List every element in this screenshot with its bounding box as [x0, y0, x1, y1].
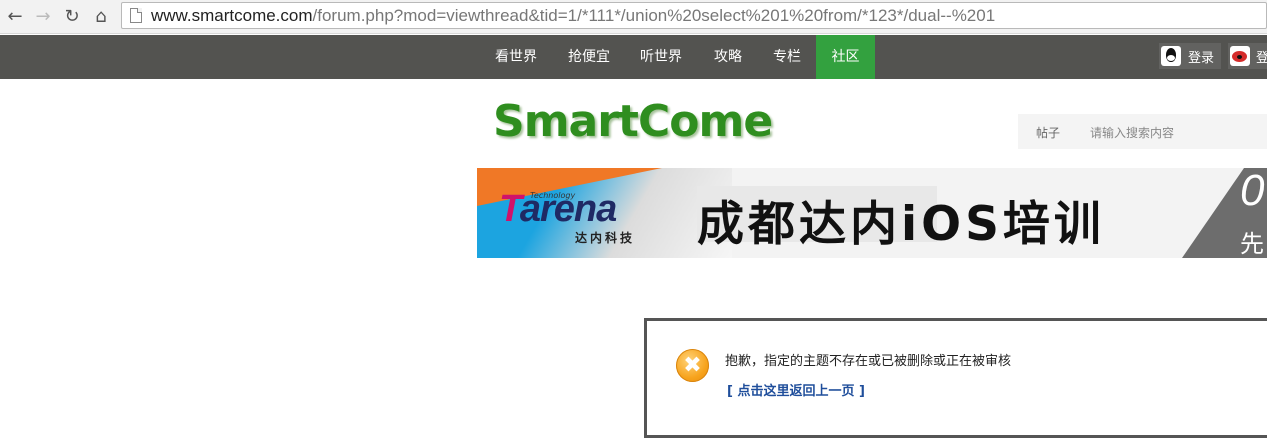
qq-login-button[interactable]: 登录 — [1159, 43, 1222, 69]
alert-message: 抱歉，指定的主题不存在或已被删除或正在被审核 — [725, 354, 1012, 369]
url-host: www.smartcome.com — [151, 5, 313, 25]
error-icon: ✖ — [676, 349, 709, 382]
ad-banner[interactable]: Technology Tarena 达内科技 成都达内iOS培训 0 先 — [477, 168, 1267, 258]
url-path: /forum.php?mod=viewthread&tid=1/*111*/un… — [312, 5, 996, 25]
go-back-link[interactable]: [ 点击这里返回上一页 ] — [727, 380, 865, 399]
search-type-tab[interactable]: 帖子 — [1036, 124, 1060, 141]
alert-box — [644, 318, 1267, 438]
banner-cut-number: 0 — [1240, 168, 1265, 215]
nav-item-zhuanlan[interactable]: 专栏 — [765, 35, 809, 79]
search-input[interactable] — [1088, 119, 1267, 146]
weibo-icon — [1230, 46, 1250, 66]
qq-login-label: 登录 — [1188, 50, 1215, 66]
brand-logo-t: T — [499, 188, 521, 230]
qq-icon — [1161, 46, 1181, 66]
url-text: www.smartcome.com/forum.php?mod=viewthre… — [151, 6, 995, 26]
browser-toolbar: ← → ↻ ⌂ www.smartcome.com/forum.php?mod=… — [0, 0, 1267, 34]
page-icon — [130, 8, 142, 23]
site-logo[interactable]: SmartCome — [493, 96, 773, 147]
site-nav-bar: 看世界 抢便宜 听世界 攻略 专栏 社区 登录 登 — [0, 35, 1267, 79]
banner-cut-text: 先 — [1240, 230, 1264, 258]
nav-item-tingshijie[interactable]: 听世界 — [632, 35, 690, 79]
nav-item-gonglue[interactable]: 攻略 — [706, 35, 750, 79]
weibo-login-label: 登 — [1256, 50, 1267, 66]
reload-icon[interactable]: ↻ — [60, 5, 84, 27]
brand-logo-rest: arena — [519, 188, 617, 230]
home-icon[interactable]: ⌂ — [89, 5, 113, 27]
brand-cn-name: 达内科技 — [575, 231, 636, 245]
back-arrow-icon[interactable]: ← — [3, 5, 27, 27]
nav-item-shequ[interactable]: 社区 — [816, 35, 875, 79]
nav-item-qiangpianyi[interactable]: 抢便宜 — [560, 35, 618, 79]
address-bar[interactable]: www.smartcome.com/forum.php?mod=viewthre… — [121, 2, 1267, 29]
banner-gray-wedge — [1182, 168, 1244, 258]
weibo-login-button[interactable]: 登 — [1228, 43, 1267, 69]
brand-logo: Tarena — [499, 188, 617, 231]
banner-headline: 成都达内iOS培训 — [697, 197, 1105, 252]
forward-arrow-icon[interactable]: → — [31, 5, 55, 27]
nav-item-kanshijie[interactable]: 看世界 — [487, 35, 545, 79]
